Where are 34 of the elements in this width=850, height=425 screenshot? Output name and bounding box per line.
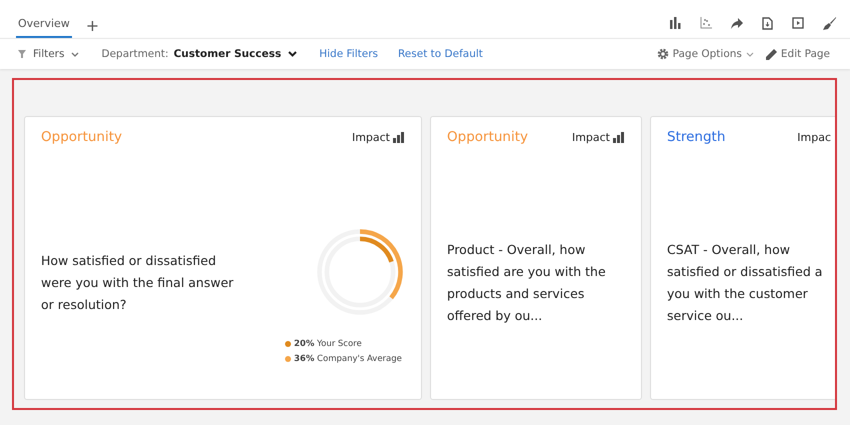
impact-label: Impact xyxy=(352,130,390,144)
question-text: CSAT - Overall, how satisfied or dissatisfied a you with the customer service ou... xyxy=(667,241,824,325)
chevron-down-icon xyxy=(746,52,754,56)
card-title: Opportunity xyxy=(41,129,124,145)
page-options-button[interactable]: Page Options xyxy=(656,48,754,60)
question-text: How satisfied or dissatisfied were you with the final answer or resolution? xyxy=(41,252,234,314)
play-icon[interactable] xyxy=(792,17,804,29)
question-text: Product - Overall, how satisfied are you with the products and services offered by ou... xyxy=(447,241,607,325)
hide-filters-link[interactable]: Hide Filters xyxy=(319,48,378,60)
document-icon[interactable] xyxy=(762,16,773,30)
pencil-icon xyxy=(766,48,777,60)
chevron-down-icon xyxy=(288,51,298,57)
card-title: Opportunity xyxy=(447,129,530,145)
card-title: Strength xyxy=(667,129,726,145)
tab[interactable]: Overview xyxy=(16,17,72,38)
department-label: Department: xyxy=(101,48,169,60)
scatter-icon[interactable] xyxy=(700,17,712,29)
impact-bars-icon xyxy=(393,132,405,142)
bar-chart-icon[interactable] xyxy=(669,17,681,29)
impact-label: Impac xyxy=(797,130,831,144)
edit-page-button[interactable]: Edit Page xyxy=(766,48,830,60)
funnel-icon xyxy=(18,50,26,58)
brush-icon[interactable] xyxy=(823,16,836,30)
add-tab-button[interactable]: + xyxy=(86,18,100,38)
department-dropdown[interactable]: Customer Success xyxy=(174,48,298,60)
reset-link[interactable]: Reset to Default xyxy=(398,48,483,60)
chevron-down-icon xyxy=(71,52,80,56)
legend-label: 20% Your Score xyxy=(294,338,362,348)
gear-icon xyxy=(656,48,669,60)
share-arrow-icon[interactable] xyxy=(731,18,743,28)
impact-label: Impact xyxy=(572,130,610,144)
impact-bars-icon xyxy=(613,132,625,142)
filters-button[interactable]: Filters xyxy=(18,48,80,60)
legend-label: 36% Company's Average xyxy=(294,354,402,364)
